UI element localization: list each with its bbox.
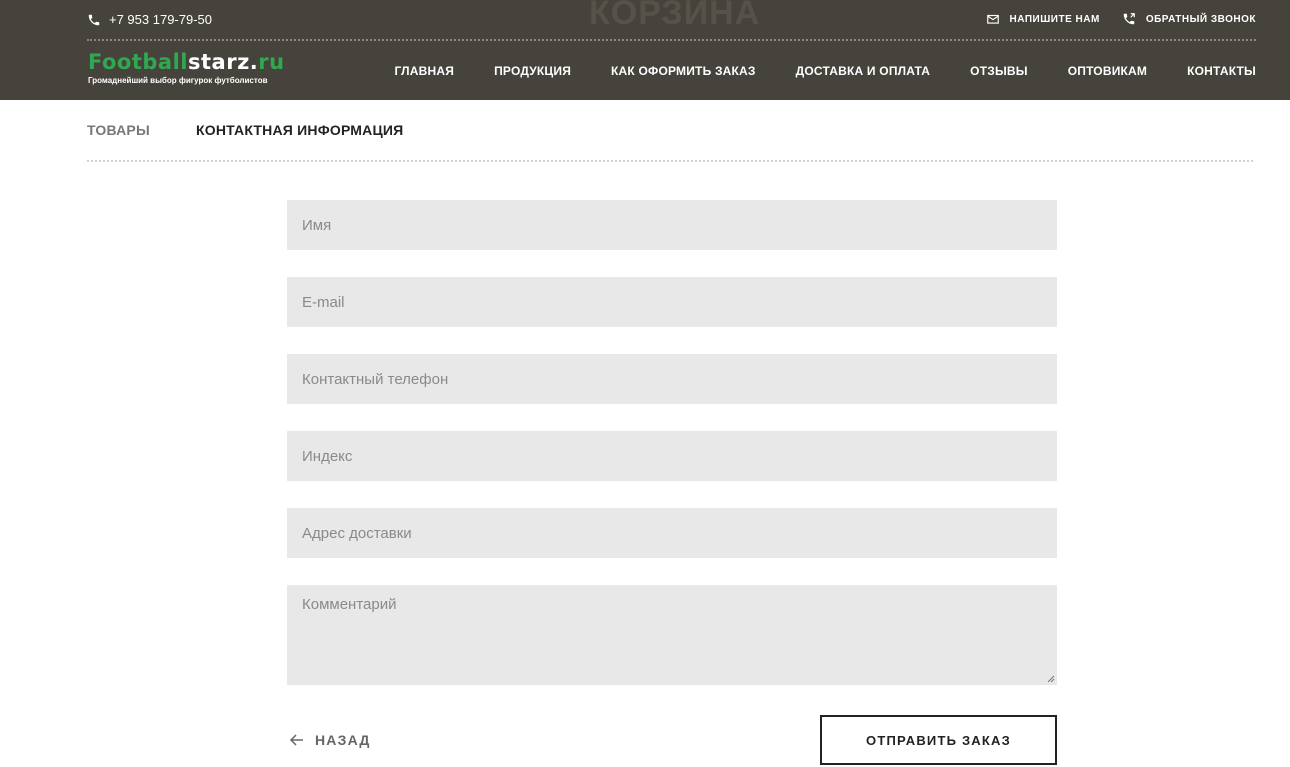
nav-item-delivery[interactable]: ДОСТАВКА И ОПЛАТА [796,64,931,78]
nav-item-products[interactable]: ПРОДУКЦИЯ [494,64,571,78]
nav-item-how-to-order[interactable]: КАК ОФОРМИТЬ ЗАКАЗ [611,64,756,78]
write-us-label: НАПИШИТЕ НАМ [1009,13,1100,25]
write-us-link[interactable]: НАПИШИТЕ НАМ [986,12,1100,26]
main-nav: ГЛАВНАЯ ПРОДУКЦИЯ КАК ОФОРМИТЬ ЗАКАЗ ДОС… [394,64,1256,78]
back-label: НАЗАД [315,732,371,748]
phone-field[interactable]: Контактный телефон [287,354,1057,404]
mail-icon [986,14,999,24]
logo-part-ru: ru [258,50,285,74]
phone-number: +7 953 179-79-50 [109,12,213,27]
back-button[interactable]: НАЗАД [289,732,371,748]
checkout-tabs: ТОВАРЫ КОНТАКТНАЯ ИНФОРМАЦИЯ [87,122,1253,162]
email-placeholder: E-mail [302,294,345,311]
resize-handle-icon[interactable] [1047,675,1055,683]
site-logo[interactable]: Footballstarz.ru Громаднейший выбор фигу… [88,50,285,85]
header-top-bar: +7 953 179-79-50 КОРЗИНА НАПИШИТЕ НАМ ОБ… [87,0,1256,41]
callback-phone-icon [1123,13,1135,25]
tab-contact-info[interactable]: КОНТАКТНАЯ ИНФОРМАЦИЯ [196,122,403,138]
address-placeholder: Адрес доставки [302,525,412,542]
nav-item-contacts[interactable]: КОНТАКТЫ [1187,64,1256,78]
nav-item-home[interactable]: ГЛАВНАЯ [394,64,454,78]
submit-label: ОТПРАВИТЬ ЗАКАЗ [866,732,1011,748]
nav-item-reviews[interactable]: ОТЗЫВЫ [970,64,1028,78]
email-field[interactable]: E-mail [287,277,1057,327]
name-field[interactable]: Имя [287,200,1057,250]
phone-icon [88,14,100,25]
tab-goods[interactable]: ТОВАРЫ [87,122,150,138]
logo-wordmark: Footballstarz.ru [88,50,285,74]
top-links: НАПИШИТЕ НАМ ОБРАТНЫЙ ЗВОНОК [986,12,1256,26]
address-field[interactable]: Адрес доставки [287,508,1057,558]
arrow-left-icon [289,734,303,746]
callback-link[interactable]: ОБРАТНЫЙ ЗВОНОК [1122,12,1256,26]
phone-placeholder: Контактный телефон [302,371,449,388]
name-placeholder: Имя [302,217,332,234]
comment-textarea[interactable]: Комментарий [287,585,1057,685]
logo-tagline: Громаднейший выбор фигурок футболистов [88,76,268,85]
comment-placeholder: Комментарий [302,596,397,613]
postal-index-field[interactable]: Индекс [287,431,1057,481]
logo-part-starz: starz. [188,50,259,74]
index-placeholder: Индекс [302,448,353,465]
callback-label: ОБРАТНЫЙ ЗВОНОК [1145,13,1256,25]
page-title: КОРЗИНА [589,0,761,32]
nav-item-wholesale[interactable]: ОПТОВИКАМ [1068,64,1147,78]
phone-link[interactable]: +7 953 179-79-50 [87,12,212,27]
submit-order-button[interactable]: ОТПРАВИТЬ ЗАКАЗ [820,715,1057,765]
site-header: +7 953 179-79-50 КОРЗИНА НАПИШИТЕ НАМ ОБ… [0,0,1290,100]
logo-part-football: Football [88,50,188,74]
